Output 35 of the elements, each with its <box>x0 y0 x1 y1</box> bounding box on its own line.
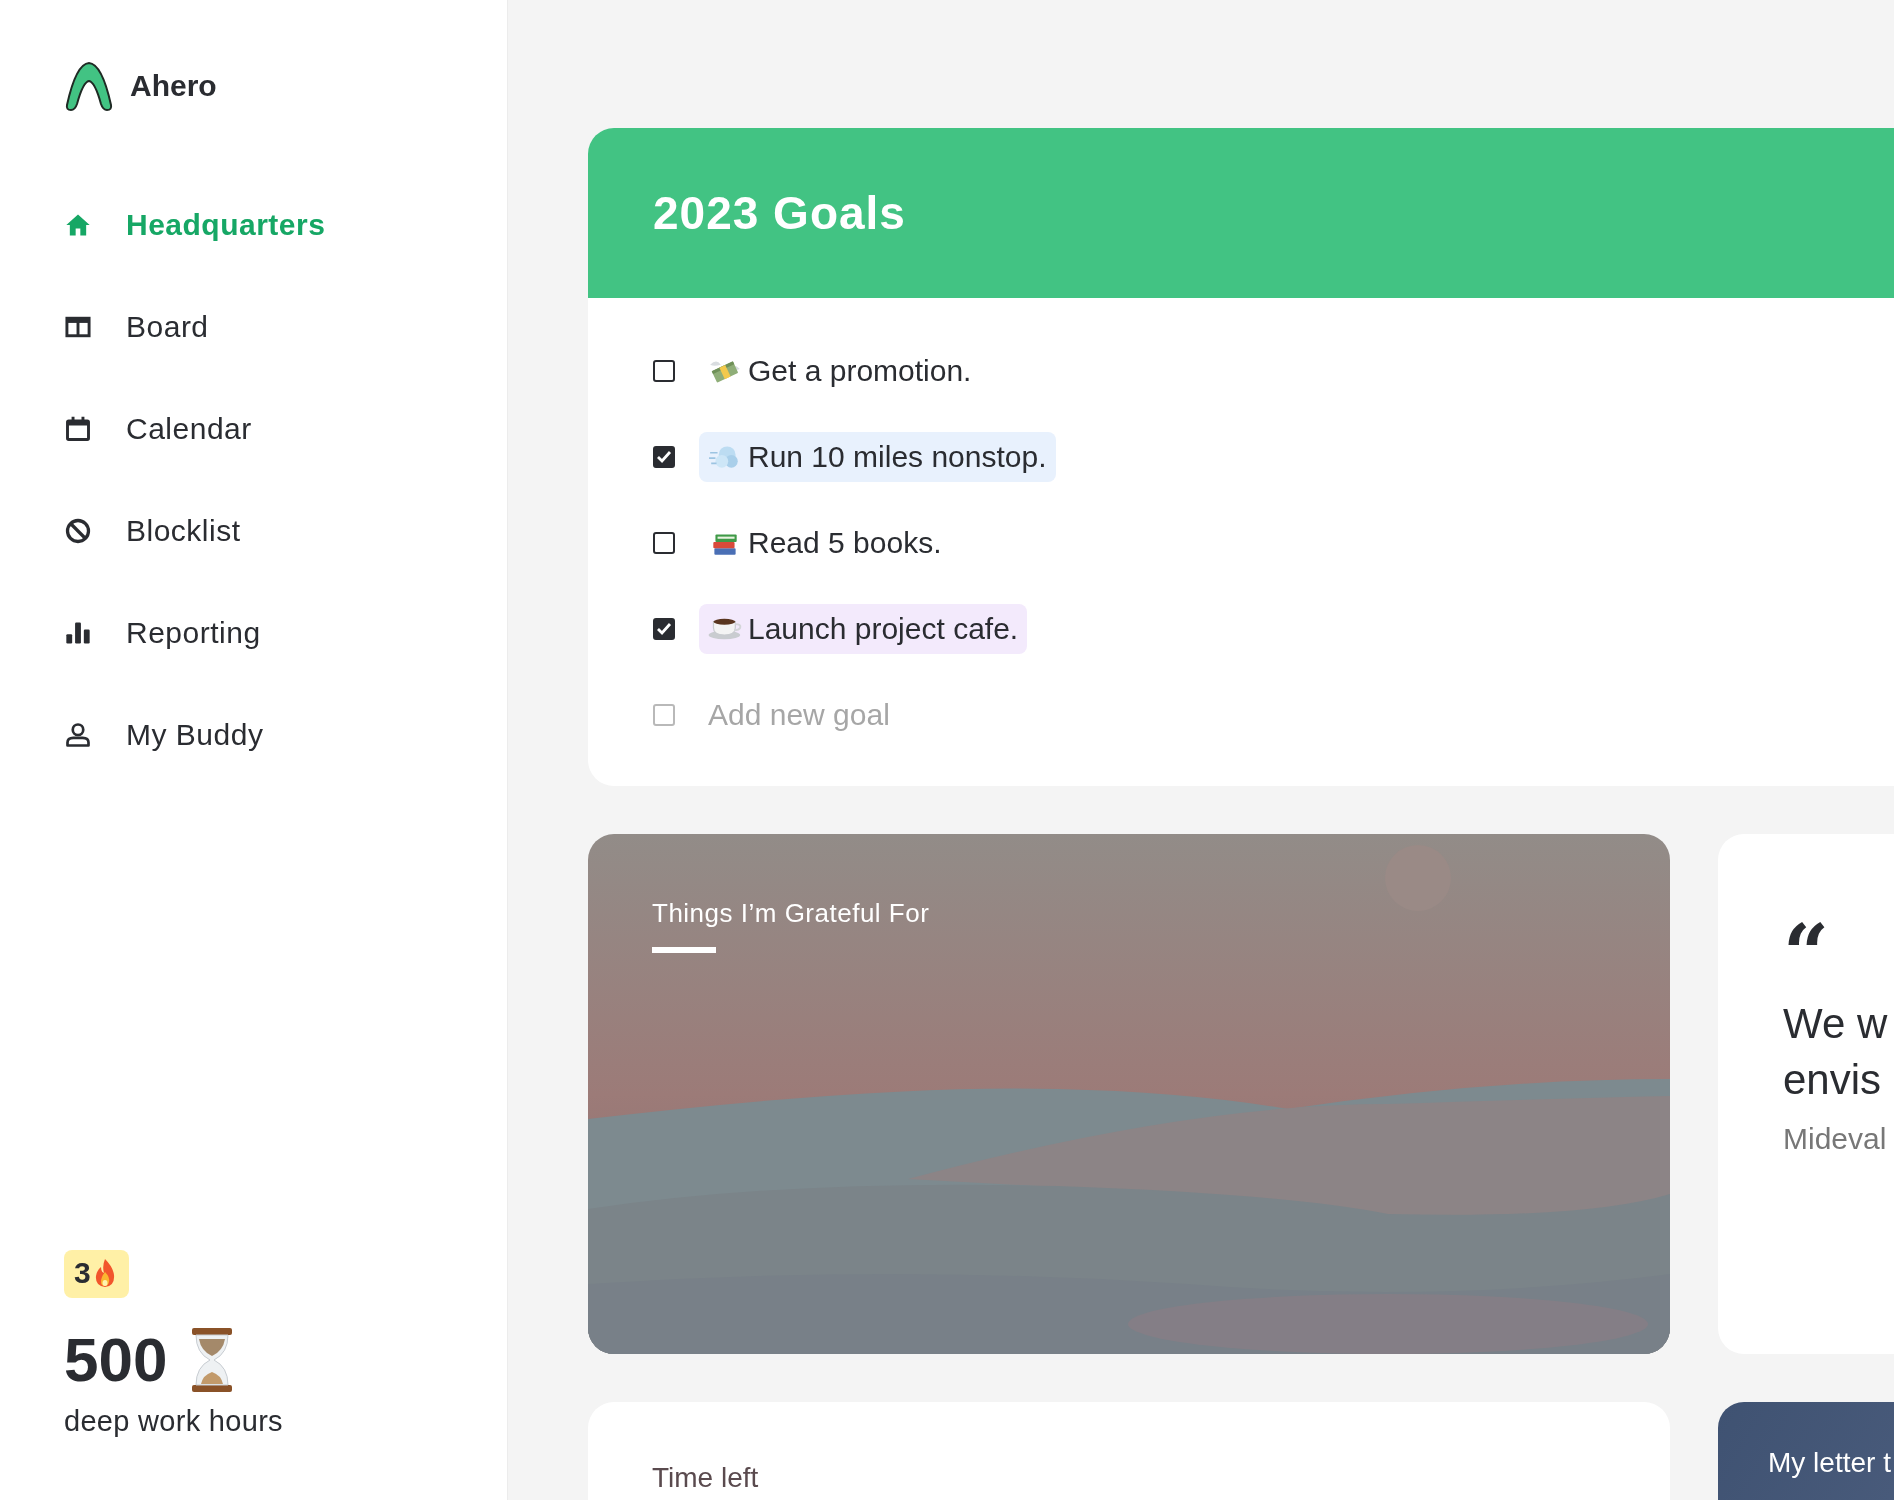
nav-item[interactable]: Calendar <box>64 378 252 480</box>
goal-text: Launch project cafe. <box>748 612 1019 646</box>
card-title: Things I’m Grateful For <box>652 898 931 929</box>
hours-count: 500 <box>64 1324 168 1395</box>
nav-item[interactable]: Board <box>64 276 209 378</box>
hours-label: deep work hours <box>64 1405 283 1438</box>
quote-mark: “ <box>1783 924 1830 974</box>
title-underline <box>652 947 716 953</box>
calendar-icon <box>64 415 92 443</box>
checkbox[interactable] <box>653 618 675 640</box>
goal-text: Get a promotion. <box>748 354 972 388</box>
goals-title: 2023 Goals <box>653 186 906 240</box>
new-goal-input[interactable]: Add new goal <box>699 698 1108 732</box>
check-icon <box>656 622 672 636</box>
checkbox[interactable] <box>653 532 675 554</box>
quote-text: envis <box>1783 1055 1883 1105</box>
goal-text: Read 5 books. <box>748 526 942 560</box>
card-title: My letter t <box>1768 1447 1892 1479</box>
quote-author: Mideval <box>1783 1122 1888 1156</box>
nav-item[interactable]: Reporting <box>64 582 261 684</box>
goal-text: Run 10 miles nonstop. <box>748 440 1047 474</box>
checkbox[interactable] <box>653 704 675 726</box>
nav-item[interactable]: Blocklist <box>64 480 241 582</box>
quote-text: We w <box>1783 999 1889 1049</box>
blocked-icon <box>64 517 92 545</box>
checkbox[interactable] <box>653 446 675 468</box>
card-title: Time left <box>652 1462 760 1494</box>
person-icon <box>64 721 92 749</box>
logo-icon <box>64 60 114 112</box>
streak-badge: 3 <box>64 1250 129 1298</box>
check-icon <box>656 450 672 464</box>
checkbox[interactable] <box>653 360 675 382</box>
coffee-cup-icon <box>708 618 742 640</box>
nav-item[interactable]: My Buddy <box>64 684 264 786</box>
brand-name: Ahero <box>130 69 217 103</box>
